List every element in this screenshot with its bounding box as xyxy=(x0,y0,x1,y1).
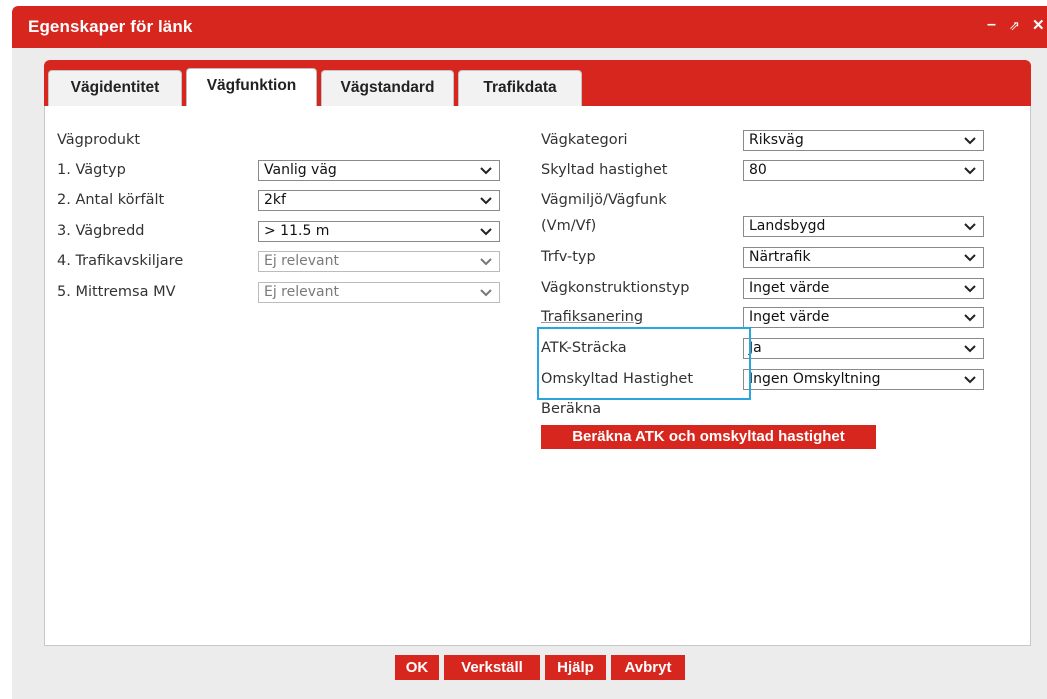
cancel-button[interactable]: Avbryt xyxy=(611,655,685,680)
label-berakna: Beräkna xyxy=(541,401,602,417)
section-heading-vagprodukt: Vägprodukt xyxy=(57,132,141,148)
label-antal-korfalt: 2. Antal körfält xyxy=(57,192,165,208)
chevron-down-icon xyxy=(963,371,977,389)
select-omskyltad-hastighet[interactable]: Ingen Omskyltning xyxy=(743,369,984,390)
label-vagtyp: 1. Vägtyp xyxy=(57,162,126,178)
dialog-title: Egenskaper för länk xyxy=(28,17,193,36)
select-mittremsa-value: Ej relevant xyxy=(264,284,339,300)
label-vagmiljo-line1: Vägmiljö/Vägfunk xyxy=(541,192,667,208)
select-vagkategori-value: Riksväg xyxy=(749,132,804,148)
label-skyltad-hastighet: Skyltad hastighet xyxy=(541,162,668,178)
close-icon[interactable]: ✕ xyxy=(1032,16,1045,34)
label-vagbredd: 3. Vägbredd xyxy=(57,223,145,239)
chevron-down-icon xyxy=(963,309,977,327)
ok-button[interactable]: OK xyxy=(395,655,439,680)
apply-button[interactable]: Verkställ xyxy=(444,655,540,680)
select-vagtyp-value: Vanlig väg xyxy=(264,162,337,178)
select-omskyltad-hastighet-value: Ingen Omskyltning xyxy=(749,371,881,387)
chevron-down-icon xyxy=(963,132,977,150)
select-antal-korfalt[interactable]: 2kf xyxy=(258,190,500,211)
minimize-icon[interactable]: – xyxy=(987,16,996,34)
select-skyltad-hastighet[interactable]: 80 xyxy=(743,160,984,181)
chevron-down-icon xyxy=(963,280,977,298)
highlight-box xyxy=(537,327,751,400)
tab-vagstandard[interactable]: Vägstandard xyxy=(321,70,454,106)
chevron-down-icon xyxy=(479,253,493,271)
chevron-down-icon xyxy=(963,340,977,358)
chevron-down-icon xyxy=(479,284,493,302)
select-antal-korfalt-value: 2kf xyxy=(264,192,286,208)
select-trfv-typ[interactable]: Närtrafik xyxy=(743,247,984,268)
select-trafikavskiljare[interactable]: Ej relevant xyxy=(258,251,500,272)
properties-dialog: Egenskaper för länk – ⇗ ✕ Vägidentitet V… xyxy=(12,6,1047,699)
tab-trafikdata[interactable]: Trafikdata xyxy=(458,70,582,106)
label-mittremsa: 5. Mittremsa MV xyxy=(57,284,176,300)
select-trafikavskiljare-value: Ej relevant xyxy=(264,253,339,269)
select-trfv-typ-value: Närtrafik xyxy=(749,249,811,265)
chevron-down-icon xyxy=(479,223,493,241)
label-vagkategori: Vägkategori xyxy=(541,132,628,148)
chevron-down-icon xyxy=(963,249,977,267)
select-vagmiljo[interactable]: Landsbygd xyxy=(743,216,984,237)
chevron-down-icon xyxy=(963,162,977,180)
dialog-titlebar[interactable]: Egenskaper för länk – ⇗ ✕ xyxy=(12,6,1047,48)
select-vagkategori[interactable]: Riksväg xyxy=(743,130,984,151)
select-skyltad-hastighet-value: 80 xyxy=(749,162,767,178)
select-vagkonstruktionstyp[interactable]: Inget värde xyxy=(743,278,984,299)
label-vagkonstruktionstyp: Vägkonstruktionstyp xyxy=(541,280,690,296)
tab-strip: Vägidentitet Vägfunktion Vägstandard Tra… xyxy=(44,60,1031,108)
select-vagmiljo-value: Landsbygd xyxy=(749,218,826,234)
label-trafiksanering: Trafiksanering xyxy=(541,309,644,325)
compute-atk-button[interactable]: Beräkna ATK och omskyltad hastighet xyxy=(541,425,876,449)
select-vagkonstruktionstyp-value: Inget värde xyxy=(749,280,830,296)
select-vagtyp[interactable]: Vanlig väg xyxy=(258,160,500,181)
chevron-down-icon xyxy=(479,162,493,180)
label-trafikavskiljare: 4. Trafikavskiljare xyxy=(57,253,184,269)
select-trafiksanering-value: Inget värde xyxy=(749,309,830,325)
select-vagbredd-value: > 11.5 m xyxy=(264,223,330,239)
tab-vagidentitet[interactable]: Vägidentitet xyxy=(48,70,182,106)
popout-icon[interactable]: ⇗ xyxy=(1009,18,1020,34)
select-mittremsa[interactable]: Ej relevant xyxy=(258,282,500,303)
label-trfv-typ: Trfv-typ xyxy=(541,249,596,265)
chevron-down-icon xyxy=(963,218,977,236)
help-button[interactable]: Hjälp xyxy=(545,655,606,680)
chevron-down-icon xyxy=(479,192,493,210)
tab-vagfunktion[interactable]: Vägfunktion xyxy=(186,68,317,108)
label-vagmiljo-line2: (Vm/Vf) xyxy=(541,218,597,234)
select-trafiksanering[interactable]: Inget värde xyxy=(743,307,984,328)
select-atk-stracka[interactable]: Ja xyxy=(743,338,984,359)
select-vagbredd[interactable]: > 11.5 m xyxy=(258,221,500,242)
